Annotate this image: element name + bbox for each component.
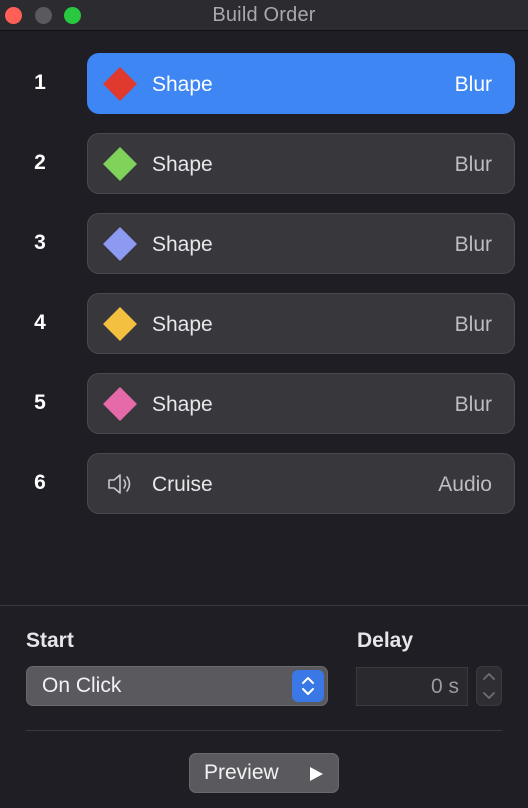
stepper-up-button[interactable] — [477, 667, 501, 686]
build-effect: Blur — [454, 313, 492, 336]
build-order-window: Build Order 1 Shape Blur 2 Shape Blur 3 … — [0, 0, 528, 808]
build-item-1[interactable]: Shape Blur — [87, 53, 515, 114]
build-name: Shape — [152, 153, 213, 176]
start-value: On Click — [42, 674, 122, 697]
build-row: 5 Shape Blur — [0, 373, 528, 435]
divider — [26, 730, 502, 731]
delay-field[interactable]: 0 s — [356, 667, 468, 706]
diamond-shape-icon — [103, 307, 137, 341]
build-name: Cruise — [152, 473, 213, 496]
build-row: 4 Shape Blur — [0, 293, 528, 355]
delay-value: 0 s — [430, 675, 459, 698]
chevron-down-icon — [483, 692, 495, 699]
delay-label: Delay — [357, 629, 414, 652]
build-number: 5 — [34, 391, 46, 414]
window-title: Build Order — [212, 4, 316, 26]
stepper-down-button[interactable] — [477, 686, 501, 705]
preview-button[interactable]: Preview — [189, 753, 339, 793]
build-name: Shape — [152, 393, 213, 416]
divider — [0, 605, 528, 606]
build-effect: Blur — [454, 73, 492, 96]
play-icon — [310, 767, 323, 781]
build-number: 3 — [34, 231, 46, 254]
build-row: 2 Shape Blur — [0, 133, 528, 195]
build-item-5[interactable]: Shape Blur — [87, 373, 515, 434]
build-effect: Blur — [454, 393, 492, 416]
up-down-chevron-icon — [292, 670, 324, 702]
build-effect: Blur — [454, 153, 492, 176]
start-label: Start — [26, 629, 74, 652]
speaker-icon — [106, 470, 134, 498]
build-number: 4 — [34, 311, 46, 334]
build-item-4[interactable]: Shape Blur — [87, 293, 515, 354]
build-number: 1 — [34, 71, 46, 94]
title-bar: Build Order — [0, 0, 528, 31]
preview-label: Preview — [204, 761, 279, 784]
diamond-shape-icon — [103, 147, 137, 181]
diamond-shape-icon — [103, 387, 137, 421]
build-effect: Audio — [438, 473, 492, 496]
build-row: 3 Shape Blur — [0, 213, 528, 275]
build-effect: Blur — [454, 233, 492, 256]
delay-stepper[interactable] — [476, 666, 502, 706]
build-number: 6 — [34, 471, 46, 494]
build-number: 2 — [34, 151, 46, 174]
diamond-shape-icon — [103, 67, 137, 101]
build-item-2[interactable]: Shape Blur — [87, 133, 515, 194]
build-item-3[interactable]: Shape Blur — [87, 213, 515, 274]
chevron-up-icon — [483, 673, 495, 680]
start-popup-button[interactable]: On Click — [26, 666, 328, 706]
build-row: 1 Shape Blur — [0, 53, 528, 115]
build-row: 6 Cruise Audio — [0, 453, 528, 515]
build-name: Shape — [152, 313, 213, 336]
build-item-6[interactable]: Cruise Audio — [87, 453, 515, 514]
build-name: Shape — [152, 233, 213, 256]
build-name: Shape — [152, 73, 213, 96]
diamond-shape-icon — [103, 227, 137, 261]
